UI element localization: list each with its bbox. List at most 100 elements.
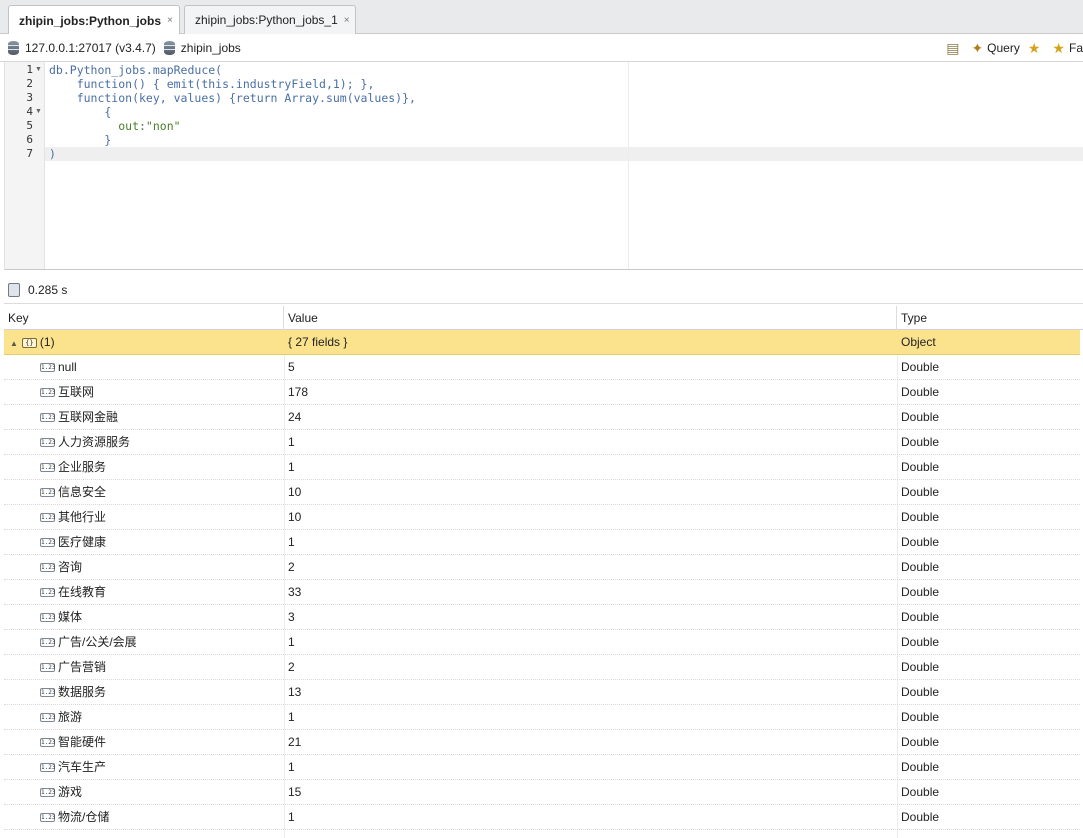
field-value: 33 [288, 585, 302, 599]
field-key: 汽车生产 [58, 760, 107, 774]
code-line: function(key, values) {return Array.sum(… [49, 91, 416, 105]
line-number: 7 [26, 147, 33, 160]
column-header-type[interactable]: Type [897, 306, 1083, 330]
query-builder-button[interactable]: ✦ Query [971, 40, 1019, 57]
collapse-arrow-icon[interactable]: ▲ [10, 331, 18, 355]
field-value: 1 [288, 810, 295, 824]
table-row[interactable]: 1.23 数据服务 13 Double [4, 680, 1080, 705]
fold-arrow-icon[interactable]: ▼ [35, 63, 42, 77]
field-value: 13 [288, 685, 302, 699]
field-value: 1 [288, 535, 295, 549]
field-key: 广告营销 [58, 660, 107, 674]
query-editor[interactable]: 1 ▼ db.Python_jobs.mapReduce( 2 function… [4, 62, 1083, 270]
field-value: 21 [288, 735, 302, 749]
field-value: 1 [288, 460, 295, 474]
row-key: 1.23 null [4, 355, 284, 380]
column-header-key[interactable]: Key [4, 306, 284, 330]
field-value: 178 [288, 385, 309, 399]
tab-python-jobs-1[interactable]: zhipin_jobs:Python_jobs_1 × [184, 5, 356, 34]
number-field-icon: 1.23 [40, 688, 56, 698]
table-row[interactable]: 1.23 null 5 Double [4, 355, 1080, 380]
table-row-root[interactable]: ▲{} (1) { 27 fields } Object [4, 330, 1080, 355]
table-row[interactable]: 1.23 媒体 3 Double [4, 605, 1080, 630]
number-field-icon: 1.23 [40, 713, 56, 723]
field-value: 2 [288, 660, 295, 674]
execution-status: 0.285 s [4, 276, 1083, 304]
table-row[interactable]: 1.23 智能硬件 21 Double [4, 730, 1080, 755]
field-key: 信息安全 [58, 485, 107, 499]
table-row[interactable]: 1.23 广告营销 2 Double [4, 655, 1080, 680]
table-row[interactable]: 1.23 旅游 1 Double [4, 705, 1080, 730]
row-key: 1.23 在线教育 [4, 580, 284, 605]
field-key: 人力资源服务 [58, 435, 131, 449]
table-row[interactable]: 1.23 互联网 178 Double [4, 380, 1080, 405]
number-field-icon: 1.23 [40, 588, 56, 598]
table-row[interactable]: 1.23 人力资源服务 1 Double [4, 430, 1080, 455]
field-type: Double [901, 585, 940, 599]
row-key: 1.23 人力资源服务 [4, 430, 284, 455]
favorites-label: Fa [1068, 41, 1083, 55]
fold-arrow-icon[interactable]: ▼ [35, 105, 42, 119]
table-row[interactable]: 1.23 互联网金融 24 Double [4, 405, 1080, 430]
history-icon: ▤ [946, 39, 960, 56]
line-number: 1 [26, 63, 33, 76]
execution-time-icon [8, 282, 20, 297]
number-field-icon: 1.23 [40, 763, 56, 773]
tab-python-jobs[interactable]: zhipin_jobs:Python_jobs × [8, 5, 180, 35]
code-line: } [49, 133, 112, 147]
row-key: 1.23 数据服务 [4, 680, 284, 705]
field-type: Double [901, 735, 940, 749]
field-value: 24 [288, 410, 302, 424]
table-row[interactable]: 1.23 医疗健康 1 Double [4, 530, 1080, 555]
field-type: Double [901, 610, 940, 624]
field-type: Double [901, 360, 940, 374]
database-icon [163, 40, 175, 55]
add-favorite-button[interactable]: ★ [1028, 40, 1045, 57]
number-field-icon: 1.23 [40, 613, 56, 623]
number-field-icon: 1.23 [40, 813, 56, 823]
row-key: 1.23 广告营销 [4, 655, 284, 680]
history-button[interactable]: ▤ [946, 40, 963, 57]
field-key: 广告/公关/会展 [58, 635, 137, 649]
field-value: 1 [288, 760, 295, 774]
table-row[interactable]: 1.23 咨询 2 Double [4, 555, 1080, 580]
number-field-icon: 1.23 [40, 463, 56, 473]
close-icon[interactable]: × [167, 15, 173, 26]
field-value: 15 [288, 785, 302, 799]
field-type: Double [901, 435, 940, 449]
table-row[interactable]: 1.23 广告/公关/会展 1 Double [4, 630, 1080, 655]
field-type: Double [901, 385, 940, 399]
table-row[interactable]: 1.23 其他行业 10 Double [4, 505, 1080, 530]
line-number: 3 [26, 91, 33, 104]
field-key: 在线教育 [58, 585, 107, 599]
column-header-value[interactable]: Value [284, 306, 897, 330]
table-row[interactable]: 1.23 在线教育 33 Double [4, 580, 1080, 605]
favorites-button[interactable]: ★ Fa [1052, 40, 1083, 57]
table-row[interactable]: 1.23 物流/仓储 1 Double [4, 805, 1080, 830]
row-key: 1.23 物流/仓储 [4, 805, 284, 830]
table-row[interactable]: 1.23 游戏 15 Double [4, 780, 1080, 805]
number-field-icon: 1.23 [40, 638, 56, 648]
row-value: { 27 fields } [288, 335, 348, 349]
row-key: 1.23 广告/公关/会展 [4, 630, 284, 655]
code-line: out:"non" [49, 119, 181, 133]
row-key: 1.23 咨询 [4, 555, 284, 580]
number-field-icon: 1.23 [40, 788, 56, 798]
field-value: 1 [288, 710, 295, 724]
table-row[interactable]: 1.23 信息安全 10 Double [4, 480, 1080, 505]
field-value: 1 [288, 435, 295, 449]
field-value: 1 [288, 635, 295, 649]
code-line: { [49, 105, 112, 119]
table-row[interactable]: 1.23 企业服务 1 Double [4, 455, 1080, 480]
field-key: 智能硬件 [58, 735, 107, 749]
field-value: 5 [288, 360, 295, 374]
database-info: zhipin_jobs [163, 40, 241, 55]
table-row[interactable]: 1.23 汽车生产 1 Double [4, 755, 1080, 780]
number-field-icon: 1.23 [40, 363, 56, 373]
field-key: 其他行业 [58, 510, 107, 524]
row-key: 1.23 互联网 [4, 380, 284, 405]
close-icon[interactable]: × [344, 15, 350, 26]
star-add-icon: ★ [1027, 39, 1041, 56]
field-key: 物流/仓储 [58, 810, 110, 824]
table-header: Key Value Type [4, 306, 1083, 330]
